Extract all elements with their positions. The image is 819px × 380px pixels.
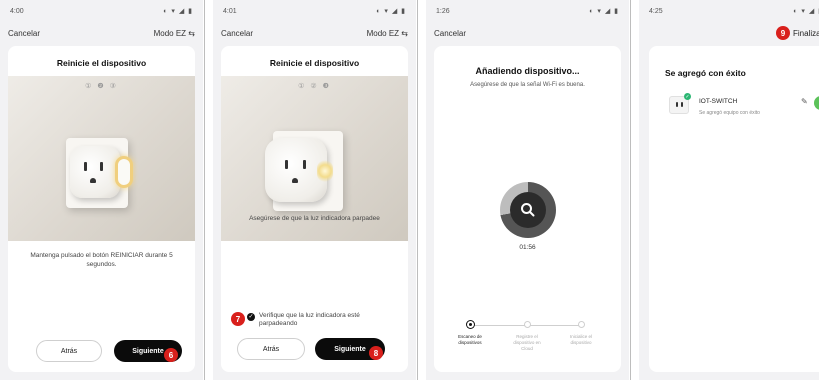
screen-divider xyxy=(417,0,418,380)
plug-ground-hole xyxy=(90,178,96,183)
reset-card: Reinicie el dispositivo ① ❷ ③ Mantenga p… xyxy=(8,46,195,372)
step-label-register: Registre el dispositivo en Cloud xyxy=(513,334,541,351)
smart-plug xyxy=(70,146,120,198)
status-bar: 4:00 ◐ ▾ ◢ ▮ xyxy=(0,0,203,22)
indicator-light xyxy=(317,160,333,182)
plug-slot-right xyxy=(303,160,306,169)
step-dot-init xyxy=(578,321,585,328)
card-title: Reinicie el dispositivo xyxy=(269,58,360,68)
device-subtitle: Se agregó equipo con éxito xyxy=(699,110,760,116)
status-icons: ◐ ▾ ◢ ▮ xyxy=(589,8,619,15)
step-label-init: Inicialice el dispositivo xyxy=(569,334,592,345)
step-indicator: ① ❷ ③ xyxy=(85,83,118,90)
checkbox-label: Verifique que la luz indicadora esté par… xyxy=(259,312,360,327)
plug-ground-hole xyxy=(292,178,298,183)
status-icons: ◐ ▾ ◢ ▮ xyxy=(376,8,406,15)
instruction-text: Mantenga pulsado el botón REINICIAR dura… xyxy=(30,252,173,268)
status-time: 4:01 xyxy=(223,7,237,15)
step-label-scan: Escaneo de dispositivos xyxy=(458,334,482,345)
status-bar: 1:26 ◐ ▾ ◢ ▮ xyxy=(426,0,629,22)
finish-link[interactable]: Finaliza xyxy=(793,29,819,38)
plug-slot-right xyxy=(100,162,103,171)
ez-mode-link[interactable]: Modo EZ ⇆ xyxy=(154,29,195,38)
success-title: Se agregó con éxito xyxy=(665,68,746,78)
device-photo: ① ❷ ③ xyxy=(8,76,195,241)
screen-divider xyxy=(630,0,631,380)
phone-screen-1: 4:00 ◐ ▾ ◢ ▮ Cancelar Modo EZ ⇆ Reinicie… xyxy=(0,0,203,380)
status-bar: 4:01 ◐ ▾ ◢ ▮ xyxy=(213,0,416,22)
success-card: Se agregó con éxito ✓ IOT-SWITCH Se agre… xyxy=(649,46,819,372)
screens-container: 4:00 ◐ ▾ ◢ ▮ Cancelar Modo EZ ⇆ Reinicie… xyxy=(0,0,819,380)
step-badge-8: 8 xyxy=(369,346,383,360)
cancel-link[interactable]: Cancelar xyxy=(434,29,466,38)
device-icon-slot xyxy=(681,102,683,107)
back-button[interactable]: Atrás xyxy=(36,340,102,362)
top-bar: Cancelar Modo EZ ⇆ xyxy=(213,24,416,42)
phone-screen-2: 4:01 ◐ ▾ ◢ ▮ Cancelar Modo EZ ⇆ Reinicie… xyxy=(213,0,416,380)
edit-pencil-icon[interactable]: ✎ xyxy=(801,97,808,106)
adding-title: Añadiendo dispositivo... xyxy=(475,66,580,76)
plug-slot-left xyxy=(84,162,87,171)
reset-card: Reinicie el dispositivo ① ② ❸ Asegúrese … xyxy=(221,46,408,372)
top-bar: Cancelar xyxy=(426,24,629,42)
screen-divider xyxy=(204,0,205,380)
plug-slot-left xyxy=(285,160,288,169)
step-indicator: ① ② ❸ xyxy=(298,83,331,90)
status-time: 4:00 xyxy=(10,7,24,15)
top-bar: Cancelar Modo EZ ⇆ xyxy=(0,24,203,42)
status-bar: 4:25 ◐ ▾ ◢ ▮ xyxy=(639,0,819,22)
status-time: 1:26 xyxy=(436,7,450,15)
device-name: IOT-SWITCH xyxy=(699,98,738,105)
green-status-icon xyxy=(814,96,819,110)
step-dot-scan xyxy=(467,321,474,328)
cancel-link[interactable]: Cancelar xyxy=(221,29,253,38)
card-title: Reinicie el dispositivo xyxy=(56,58,147,68)
status-icons: ◐ ▾ ◢ ▮ xyxy=(163,8,193,15)
adding-subtitle: Asegúrese de que la señal Wi-Fi es buena… xyxy=(470,82,585,88)
step-badge-7: 7 xyxy=(231,312,245,326)
step-dot-register xyxy=(524,321,531,328)
ez-mode-link[interactable]: Modo EZ ⇆ xyxy=(367,29,408,38)
cancel-link[interactable]: Cancelar xyxy=(8,29,40,38)
search-icon xyxy=(510,192,546,228)
status-icons: ◐ ▾ ◢ ▮ xyxy=(793,8,819,15)
success-check-icon: ✓ xyxy=(684,93,691,100)
confirm-checkbox-row[interactable]: ✓ Verifique que la luz indicadora esté p… xyxy=(247,312,387,328)
device-icon-slot xyxy=(676,102,678,107)
back-button[interactable]: Atrás xyxy=(237,338,305,360)
instruction-text: Asegúrese de que la luz indicadora parpa… xyxy=(249,215,380,222)
step-badge-9: 9 xyxy=(776,26,790,40)
checkbox-checked-icon[interactable]: ✓ xyxy=(247,313,255,321)
step-badge-6: 6 xyxy=(164,348,178,362)
reset-button-ring xyxy=(115,156,133,188)
phone-screen-4: 4:25 ◐ ▾ ◢ ▮ 9 Finaliza Se agregó con éx… xyxy=(639,0,819,380)
countdown-timer: 01:56 xyxy=(519,244,536,251)
status-time: 4:25 xyxy=(649,7,663,15)
adding-card: Añadiendo dispositivo... Asegúrese de qu… xyxy=(434,46,621,372)
phone-screen-3: 1:26 ◐ ▾ ◢ ▮ Cancelar Añadiendo disposit… xyxy=(426,0,629,380)
progress-ring xyxy=(500,182,556,238)
